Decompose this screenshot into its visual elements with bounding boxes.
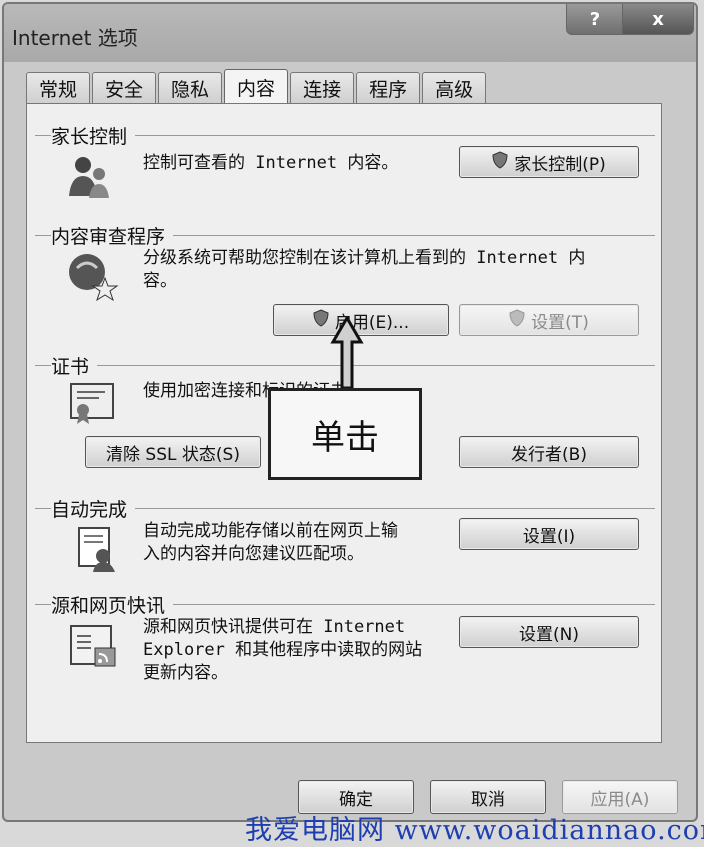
title-bar: Internet 选项 ? x (4, 4, 696, 62)
feeds-heading: 源和网页快讯 (51, 591, 174, 618)
parental-controls-heading: 家长控制 (51, 122, 136, 149)
shield-icon (509, 308, 525, 332)
click-callout: 单击 (268, 388, 422, 480)
autocomplete-icon (78, 527, 115, 572)
content-advisor-description-1: 分级系统可帮助您控制在该计算机上看到的 Internet 内 (143, 248, 586, 268)
feeds-description-3: 更新内容。 (143, 663, 228, 683)
tab-connections[interactable]: 连接 (290, 72, 355, 104)
certificate-icon (70, 383, 114, 424)
autocomplete-description-1: 自动完成功能存储以前在网页上输 (143, 521, 398, 541)
shield-icon (492, 150, 508, 174)
parental-controls-button-label: 家长控制(P) (514, 154, 606, 175)
help-button[interactable]: ? (566, 4, 624, 35)
window-title: Internet 选项 (12, 26, 138, 50)
tab-general[interactable]: 常规 (26, 72, 91, 104)
content-advisor-heading: 内容审查程序 (51, 222, 174, 249)
tab-advanced[interactable]: 高级 (422, 72, 487, 104)
feeds-icon (70, 625, 116, 667)
certificates-heading: 证书 (51, 352, 98, 379)
feeds-description-2: Explorer 和其他程序中读取的网站 (143, 640, 423, 660)
tab-strip: 常规 安全 隐私 内容 连接 程序 高级 (26, 68, 488, 105)
callout-arrow-icon (330, 316, 364, 390)
autocomplete-settings-button[interactable]: 设置(I) (459, 518, 639, 550)
clear-ssl-state-button[interactable]: 清除 SSL 状态(S) (85, 436, 261, 468)
site-watermark: 我爱电脑网 www.woaidiannao.com (245, 815, 704, 846)
content-advisor-settings-button[interactable]: 设置(T) (459, 304, 639, 336)
content-advisor-icon (69, 254, 119, 302)
feeds-description-1: 源和网页快讯提供可在 Internet (143, 617, 406, 637)
content-advisor-settings-label: 设置(T) (531, 312, 589, 333)
tab-content[interactable]: 内容 (224, 69, 289, 105)
close-button[interactable]: x (622, 4, 694, 35)
feeds-settings-button[interactable]: 设置(N) (459, 616, 639, 648)
parental-controls-description: 控制可查看的 Internet 内容。 (143, 153, 399, 173)
autocomplete-heading: 自动完成 (51, 495, 136, 522)
parental-controls-button[interactable]: 家长控制(P) (459, 146, 639, 178)
tab-security[interactable]: 安全 (92, 72, 157, 104)
parental-controls-icon (69, 157, 109, 198)
content-advisor-description-2: 容。 (143, 271, 177, 291)
publishers-button[interactable]: 发行者(B) (459, 436, 639, 468)
tab-programs[interactable]: 程序 (356, 72, 421, 104)
tab-privacy[interactable]: 隐私 (158, 72, 223, 104)
autocomplete-description-2: 入的内容并向您建议匹配项。 (143, 544, 364, 564)
shield-icon (313, 308, 329, 332)
